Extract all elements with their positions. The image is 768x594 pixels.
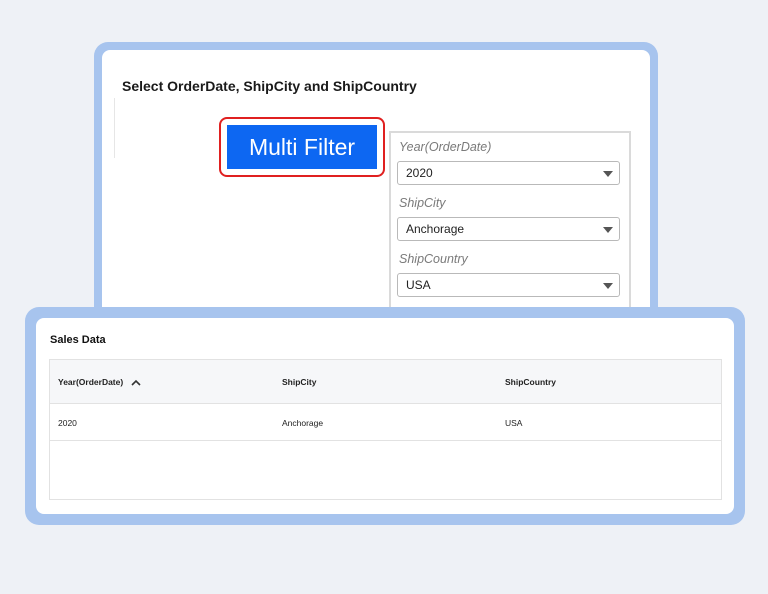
shipcountry-select[interactable]: USA <box>397 273 620 297</box>
shipcity-select-value: Anchorage <box>406 222 465 236</box>
chevron-up-icon[interactable] <box>131 378 141 388</box>
dropdown-arrow-icon <box>603 227 613 233</box>
cell-shipcity: Anchorage <box>282 418 324 428</box>
divider <box>114 98 115 158</box>
sales-grid-title: Sales Data <box>50 334 106 346</box>
grid-header: Year(OrderDate) ShipCity ShipCountry <box>50 360 721 404</box>
filter-widget-title: Select OrderDate, ShipCity and ShipCount… <box>122 78 417 94</box>
filter-label-shipcity: ShipCity <box>399 196 446 210</box>
cell-shipcountry: USA <box>505 418 523 428</box>
column-header-shipcity[interactable]: ShipCity <box>282 377 316 387</box>
year-select[interactable]: 2020 <box>397 161 620 185</box>
table-row[interactable]: 2020 Anchorage USA <box>50 404 721 441</box>
cell-year: 2020 <box>58 418 77 428</box>
dropdown-arrow-icon <box>603 283 613 289</box>
year-select-value: 2020 <box>406 166 433 180</box>
sales-grid: Year(OrderDate) ShipCity ShipCountry 202… <box>49 359 722 500</box>
column-header-shipcountry[interactable]: ShipCountry <box>505 377 556 387</box>
filter-label-shipcountry: ShipCountry <box>399 252 468 266</box>
dropdown-arrow-icon <box>603 171 613 177</box>
filter-label-year: Year(OrderDate) <box>399 140 492 154</box>
shipcountry-select-value: USA <box>406 278 431 292</box>
column-header-year[interactable]: Year(OrderDate) <box>58 377 141 388</box>
multi-filter-button[interactable]: Multi Filter <box>227 125 377 169</box>
column-header-year-label: Year(OrderDate) <box>58 377 124 387</box>
shipcity-select[interactable]: Anchorage <box>397 217 620 241</box>
